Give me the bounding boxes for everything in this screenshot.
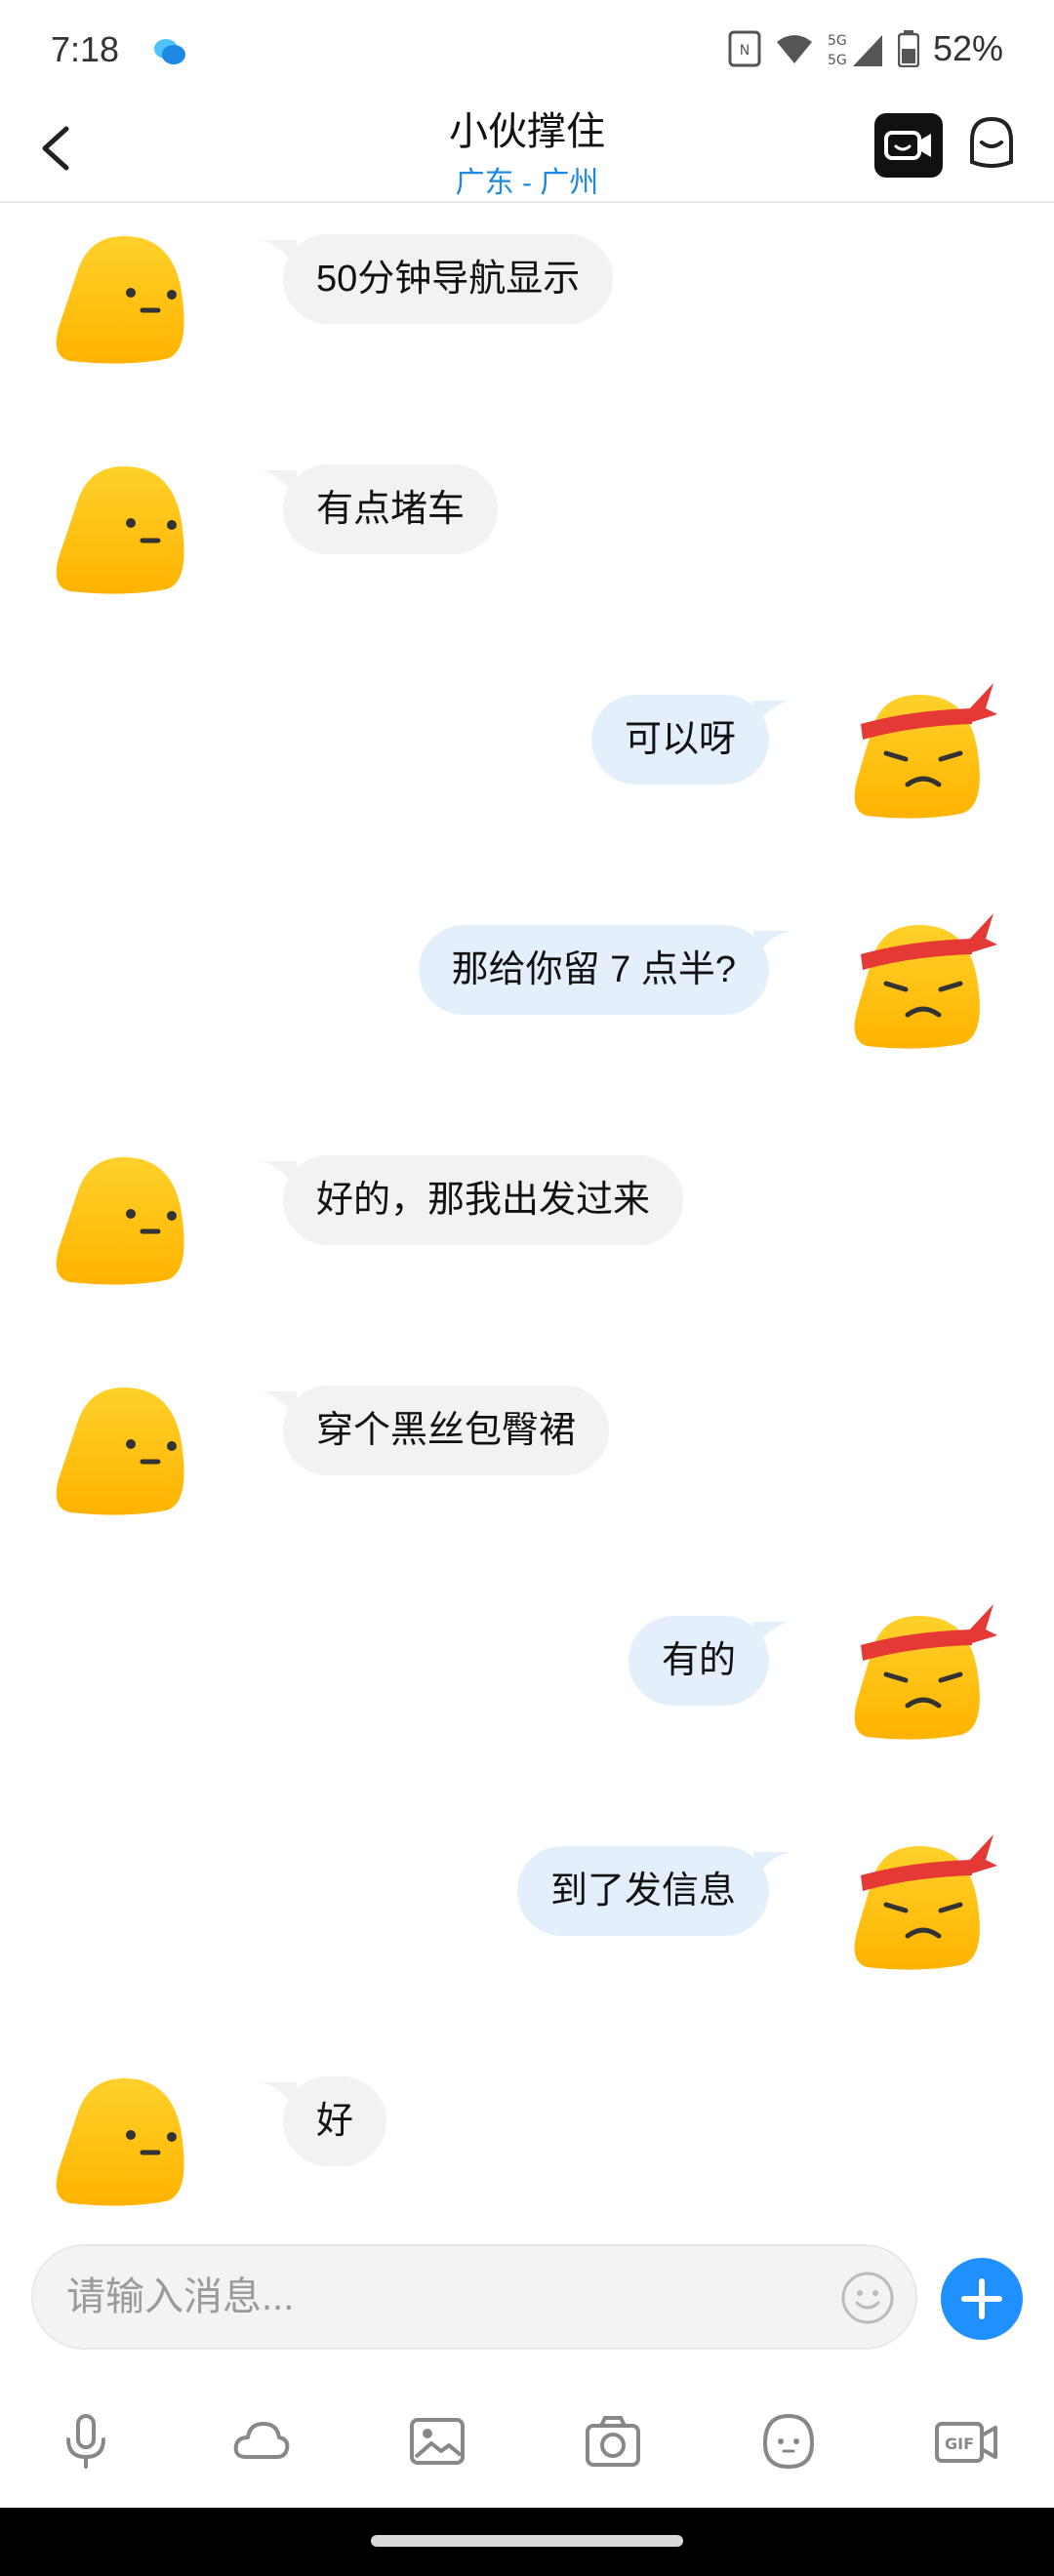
wifi-icon xyxy=(776,35,812,63)
cloud-icon[interactable] xyxy=(230,2410,293,2473)
status-bar: 7:18 N 5G 5G 52% xyxy=(0,0,1054,98)
message-incoming: 50分钟导航显示 xyxy=(0,230,1054,386)
message-bubble[interactable]: 那给你留 7 点半? xyxy=(418,925,769,1015)
nfc-icon: N xyxy=(728,30,761,67)
profile-icon[interactable] xyxy=(962,111,1021,176)
message-outgoing: 可以呀 xyxy=(0,683,1054,847)
svg-text:GIF: GIF xyxy=(945,2435,974,2453)
message-bubble[interactable]: 好的，那我出发过来 xyxy=(283,1155,684,1245)
image-icon[interactable] xyxy=(406,2410,468,2473)
contact-avatar[interactable] xyxy=(51,461,197,597)
message-bubble[interactable]: 到了发信息 xyxy=(516,1846,769,1936)
svg-text:5G: 5G xyxy=(828,53,847,68)
battery-percent: 52% xyxy=(932,28,1003,68)
my-avatar[interactable] xyxy=(851,675,997,819)
input-bar: 请输入消息... xyxy=(0,2225,1054,2381)
home-indicator[interactable] xyxy=(371,2535,683,2547)
contact-avatar[interactable] xyxy=(51,230,197,367)
my-avatar[interactable] xyxy=(851,1596,997,1740)
add-button[interactable] xyxy=(941,2258,1023,2340)
message-bubble[interactable]: 穿个黑丝包臀裙 xyxy=(283,1386,610,1475)
message-outgoing: 到了发信息 xyxy=(0,1834,1054,1998)
emoji-icon[interactable] xyxy=(839,2270,896,2326)
message-bubble[interactable]: 可以呀 xyxy=(590,695,769,785)
my-avatar[interactable] xyxy=(851,906,997,1049)
message-incoming: 有点堵车 xyxy=(0,461,1054,617)
message-bubble[interactable]: 有的 xyxy=(628,1616,769,1706)
contact-avatar[interactable] xyxy=(51,2073,197,2209)
message-bubble[interactable]: 50分钟导航显示 xyxy=(283,234,614,324)
input-toolbar: GIF xyxy=(0,2381,1054,2508)
battery-icon xyxy=(897,30,919,67)
sticker-icon[interactable] xyxy=(757,2410,820,2473)
my-avatar[interactable] xyxy=(851,1827,997,1970)
status-icons: N 5G 5G 52% xyxy=(728,27,1003,70)
message-input-placeholder: 请输入消息... xyxy=(66,2275,295,2318)
message-incoming: 穿个黑丝包臀裙 xyxy=(0,1382,1054,1538)
mic-icon[interactable] xyxy=(55,2410,117,2473)
message-input[interactable]: 请输入消息... xyxy=(31,2244,917,2350)
contact-avatar[interactable] xyxy=(51,1382,197,1518)
message-outgoing: 那给你留 7 点半? xyxy=(0,913,1054,1077)
contact-avatar[interactable] xyxy=(51,1151,197,1288)
video-call-icon xyxy=(884,131,931,160)
signal-5g-icon: 5G 5G xyxy=(828,33,882,68)
message-incoming: 好 xyxy=(0,2073,1054,2229)
svg-text:N: N xyxy=(740,43,750,59)
message-incoming: 好的，那我出发过来 xyxy=(0,1151,1054,1308)
system-nav-bar xyxy=(0,2508,1054,2576)
message-bubble[interactable]: 好 xyxy=(283,2076,387,2166)
plus-icon xyxy=(961,2278,1002,2319)
video-call-button[interactable] xyxy=(874,113,943,178)
svg-text:5G: 5G xyxy=(828,33,847,49)
message-bubble[interactable]: 有点堵车 xyxy=(283,464,499,554)
chat-header: 小伙撑住 广东 - 广州 xyxy=(0,98,1054,203)
chat-notification-icon xyxy=(154,39,185,64)
gif-icon[interactable]: GIF xyxy=(933,2410,1001,2473)
status-time: 7:18 xyxy=(51,29,120,69)
camera-icon[interactable] xyxy=(582,2410,644,2473)
message-outgoing: 有的 xyxy=(0,1604,1054,1768)
